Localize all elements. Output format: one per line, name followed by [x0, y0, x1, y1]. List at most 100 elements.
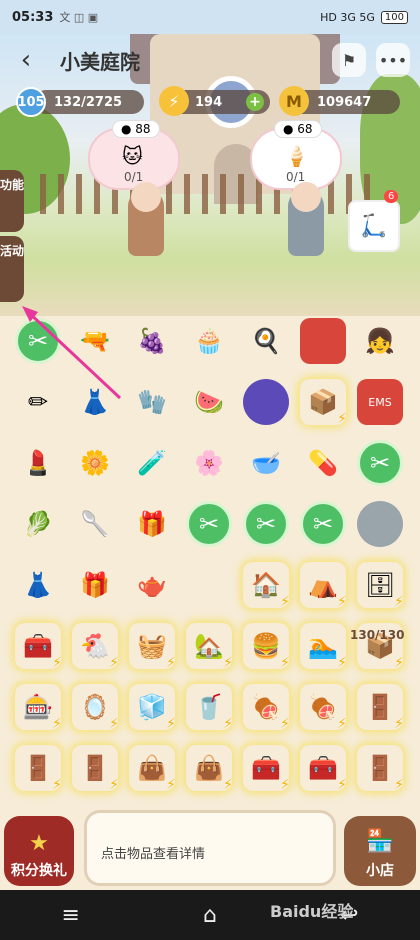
board-cell[interactable]: 🌼 — [67, 434, 123, 492]
back-button[interactable]: ‹ — [6, 40, 46, 80]
favorite-button[interactable]: ⚑ — [332, 43, 366, 77]
board-cell[interactable]: 🏡 — [181, 617, 237, 675]
board-cell[interactable]: 🥄 — [67, 495, 123, 553]
coin-icon: M — [279, 86, 309, 116]
board-cell[interactable] — [352, 495, 408, 553]
board-cell[interactable]: 🍖 — [295, 678, 351, 736]
board-cell[interactable]: ✂ — [295, 495, 351, 553]
order-bubble[interactable]: ● 68 🍦 0/1 — [250, 120, 342, 190]
scooter-card[interactable]: 🛴 — [348, 200, 400, 252]
grandma-npc[interactable] — [288, 182, 324, 256]
add-energy-button[interactable]: + — [246, 93, 264, 111]
board-cell[interactable]: 🧪 — [124, 434, 180, 492]
item-info-panel: 点击物品查看详情 — [84, 810, 336, 886]
shop-label: 小店 — [366, 863, 394, 879]
capsule-icon: 💊 — [308, 449, 338, 477]
treasure-chest-icon: 🧰 — [300, 745, 346, 791]
board-cell[interactable] — [181, 556, 237, 614]
board-cell[interactable]: 🎁 — [124, 495, 180, 553]
energy-value: 194 — [195, 94, 223, 110]
coin-counter: M 109647 — [279, 86, 400, 116]
board-cell[interactable] — [295, 312, 351, 370]
menu-icon[interactable]: ≡ — [62, 903, 80, 928]
scissors-icon: ✂ — [186, 501, 232, 547]
board-cell[interactable]: 📦 — [352, 617, 408, 675]
board-cell[interactable]: ✏ — [10, 373, 66, 431]
board-cell[interactable]: 🚪 — [352, 739, 408, 797]
board-cell[interactable]: 🚪 — [67, 739, 123, 797]
board-cell[interactable]: 🚪 — [352, 678, 408, 736]
board-cell[interactable]: 🧁 — [181, 312, 237, 370]
board-cell[interactable]: 🐔 — [67, 617, 123, 675]
board-cell[interactable]: 👗 — [10, 556, 66, 614]
board-cell[interactable]: 🍇 — [124, 312, 180, 370]
board-cell[interactable]: 🔫 — [67, 312, 123, 370]
board-cell[interactable]: 👗 — [67, 373, 123, 431]
board-cell[interactable]: 🧰 — [238, 739, 294, 797]
more-button[interactable]: ••• — [376, 43, 410, 77]
order-bubble[interactable]: ● 88 🐱 0/1 — [88, 120, 180, 190]
board-cell[interactable]: 🎰 — [10, 678, 66, 736]
board-cell[interactable]: 👜 — [181, 739, 237, 797]
tab-functions[interactable]: 功能 — [0, 170, 24, 232]
board-cell[interactable]: 🧰 — [295, 739, 351, 797]
scissors-icon: ✂ — [243, 501, 289, 547]
status-bar: 05:33 文 ◫ ▣ HD 3G 5G 100 — [0, 0, 420, 34]
branch-icon: 🌸 — [194, 449, 224, 477]
board-cell[interactable]: 🥤 — [181, 678, 237, 736]
merge-board: ✂ 🔫 🍇 🧁 🍳 👧 ✏ 👗 🧤 🍉 📦 EMS 💄 🌼 🧪 🌸 🥣 💊 ✂ … — [10, 312, 410, 812]
shop-button[interactable]: 🏪 小店 — [344, 816, 416, 886]
board-cell[interactable]: 🏠 — [238, 556, 294, 614]
board-cell[interactable]: 🌸 — [181, 434, 237, 492]
package-icon: 📦 — [300, 379, 346, 425]
board-cell[interactable]: ✂ — [352, 434, 408, 492]
stove-icon: 🫖 — [137, 571, 167, 599]
board-cell[interactable]: 🪞 — [67, 678, 123, 736]
board-cell[interactable]: 🥬 — [10, 495, 66, 553]
board-cell[interactable]: 🧺 — [124, 617, 180, 675]
board-cell[interactable]: 🧤 — [124, 373, 180, 431]
board-cell[interactable]: 🧰 — [10, 617, 66, 675]
status-time: 05:33 — [12, 9, 54, 25]
board-cell[interactable]: EMS — [352, 373, 408, 431]
board-cell[interactable]: 🗄 — [352, 556, 408, 614]
more-icon: ••• — [378, 50, 408, 70]
board-cell[interactable]: ✂ — [238, 495, 294, 553]
points-exchange-button[interactable]: ★ 积分换礼 — [4, 816, 74, 886]
board-cell[interactable]: 👧 — [352, 312, 408, 370]
glove-icon: 🧤 — [137, 388, 167, 416]
board-cell[interactable]: 🥣 — [238, 434, 294, 492]
board-cell[interactable]: 🍳 — [238, 312, 294, 370]
board-cell[interactable]: 👜 — [124, 739, 180, 797]
home-icon[interactable]: ⌂ — [203, 903, 217, 928]
board-cell[interactable]: 🎁 — [67, 556, 123, 614]
board-cell[interactable]: 🚪 — [10, 739, 66, 797]
board-cell[interactable]: 🍉 — [181, 373, 237, 431]
level-badge: 105 — [16, 87, 46, 117]
board-cell[interactable]: 🏊 — [295, 617, 351, 675]
board-cell[interactable]: 📦 — [295, 373, 351, 431]
lightning-icon: ⚡ — [159, 86, 189, 116]
board-cell[interactable]: 🍖 — [238, 678, 294, 736]
scissors-icon: ✂ — [300, 501, 346, 547]
board-cell[interactable]: 💄 — [10, 434, 66, 492]
board-cell[interactable]: ⛺ — [295, 556, 351, 614]
blue-gift-icon: 🎁 — [80, 571, 110, 599]
exp-value: 132/2725 — [54, 94, 123, 110]
board-cell[interactable]: 🫖 — [124, 556, 180, 614]
greenhouse-icon: 🏡 — [186, 623, 232, 669]
board-cell[interactable]: ✂ — [181, 495, 237, 553]
grandpa-npc[interactable] — [128, 182, 164, 256]
board-cell[interactable] — [238, 373, 294, 431]
watermelon-icon: 🍉 — [194, 388, 224, 416]
pool-icon: 🏊 — [300, 623, 346, 669]
status-right: HD 3G 5G 100 — [320, 10, 408, 24]
star-icon: ★ — [29, 831, 49, 856]
bowl-icon: 🥣 — [251, 449, 281, 477]
board-cell[interactable]: ✂ — [10, 312, 66, 370]
bookmark-icon: ⚑ — [341, 50, 357, 70]
tab-activities[interactable]: 活动 — [0, 236, 24, 302]
board-cell[interactable]: 🍔 — [238, 617, 294, 675]
board-cell[interactable]: 💊 — [295, 434, 351, 492]
board-cell[interactable]: 🧊 — [124, 678, 180, 736]
